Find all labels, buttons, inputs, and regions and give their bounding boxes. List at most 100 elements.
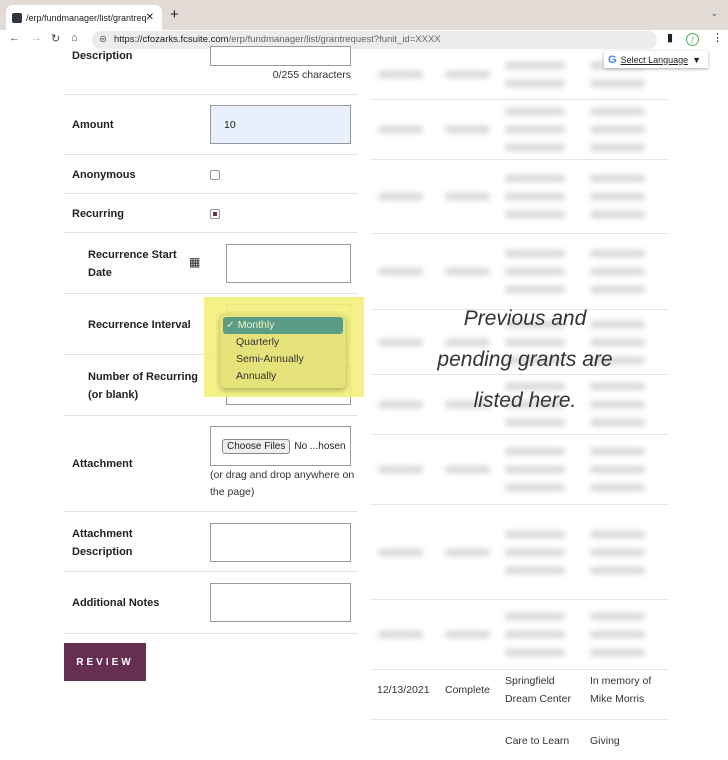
blurred-cell <box>505 466 565 473</box>
blurred-cell <box>505 175 565 182</box>
file-input[interactable]: Choose Files No ...hosen <box>210 426 351 466</box>
blurred-cell <box>505 530 565 538</box>
reload-icon[interactable]: ↻ <box>51 32 60 45</box>
blurred-cell <box>505 211 565 218</box>
favicon-icon <box>12 12 22 23</box>
google-translate-widget[interactable]: G Select Language ▼ <box>604 51 708 68</box>
recurrence-start-row: Recurrence Start Date ▦ <box>64 233 358 294</box>
review-button[interactable]: REVIEW <box>64 643 146 681</box>
chevron-down-icon[interactable]: ⌄ <box>710 8 718 19</box>
blurred-cell <box>445 193 490 200</box>
blurred-grant-row <box>370 100 668 160</box>
blurred-cell <box>378 338 423 346</box>
attachment-row: Attachment Choose Files No ...hosen (or … <box>64 416 358 512</box>
home-icon[interactable]: ⌂ <box>71 32 78 44</box>
blurred-cell <box>505 631 565 638</box>
attachment-description-input[interactable] <box>210 523 351 562</box>
recurring-checkbox[interactable] <box>210 209 220 219</box>
blurred-cell <box>505 548 565 556</box>
menu-icon[interactable]: ⋮ <box>712 31 723 44</box>
grant-organization: Springfield Dream Center <box>505 675 571 705</box>
url-path: /erp/fundmanager/list/grantrequest?funit… <box>228 34 441 45</box>
blurred-cell <box>505 62 565 69</box>
amount-label: Amount <box>72 119 114 131</box>
option-quarterly[interactable]: Quarterly <box>223 334 343 351</box>
blurred-cell <box>378 71 423 78</box>
anonymous-label: Anonymous <box>72 169 136 181</box>
blurred-cell <box>505 448 565 455</box>
recurring-row: Recurring <box>64 194 358 233</box>
browser-tab[interactable]: /erp/fundmanager/list/grantreq ✕ <box>6 5 162 30</box>
blurred-cell <box>590 211 645 218</box>
blurred-cell <box>590 286 645 293</box>
amount-input[interactable]: 10 <box>210 105 351 144</box>
blurred-cell <box>505 144 565 151</box>
blurred-grant-row <box>370 160 668 234</box>
interval-dropdown-menu: ✓ Monthly Quarterly Semi-Annually Annual… <box>220 314 346 388</box>
google-icon: G <box>608 53 617 66</box>
grant-note: Giving <box>590 735 620 747</box>
blurred-cell <box>590 108 645 115</box>
forward-icon[interactable]: → <box>31 32 42 44</box>
blurred-cell <box>378 268 423 275</box>
blurred-grant-row <box>370 600 668 670</box>
blurred-cell <box>590 566 645 574</box>
recurrence-interval-label: Recurrence Interval <box>88 319 191 331</box>
blurred-cell <box>505 268 565 275</box>
blurred-cell <box>505 286 565 293</box>
back-icon[interactable]: ← <box>9 32 20 44</box>
grant-organization: Care to Learn <box>505 735 570 747</box>
grant-row[interactable]: Care to Learn Giving <box>370 720 668 760</box>
blurred-cell <box>505 126 565 133</box>
option-semi-annually[interactable]: Semi-Annually <box>223 351 343 368</box>
blurred-cell <box>378 631 423 638</box>
attachment-hint: (or drag and drop anywhere on the page) <box>210 469 355 498</box>
attachment-description-row: Attachment Description <box>64 512 358 572</box>
blurred-cell <box>590 548 645 556</box>
blurred-cell <box>505 108 565 115</box>
blurred-cell <box>590 175 645 182</box>
sidepanel-icon[interactable]: ▮ <box>667 31 673 44</box>
description-textarea[interactable] <box>210 46 351 66</box>
option-monthly[interactable]: ✓ Monthly <box>223 317 343 334</box>
blurred-cell <box>590 268 645 275</box>
anonymous-row: Anonymous <box>64 155 358 194</box>
blurred-cell <box>590 530 645 538</box>
additional-notes-row: Additional Notes <box>64 572 358 634</box>
address-bar[interactable]: ⊜ https://cfozarks.fcsuite.com/erp/fundm… <box>92 31 657 49</box>
recurring-label: Recurring <box>72 208 124 220</box>
blurred-cell <box>378 466 423 473</box>
blurred-cell <box>505 484 565 491</box>
blurred-cell <box>445 268 490 275</box>
url-host: https://cfozarks.fcsuite.com <box>114 34 229 45</box>
blurred-cell <box>505 80 565 87</box>
new-tab-icon[interactable]: + <box>170 6 179 23</box>
option-annually[interactable]: Annually <box>223 368 343 385</box>
blurred-cell <box>590 126 645 133</box>
blurred-cell <box>590 448 645 455</box>
recurrence-start-input[interactable] <box>226 244 351 283</box>
dropdown-arrow-icon[interactable]: ▼ <box>692 55 701 65</box>
blurred-cell <box>445 126 490 133</box>
calendar-icon[interactable]: ▦ <box>189 255 200 269</box>
recurrence-start-label: Recurrence Start Date <box>88 249 177 279</box>
blurred-cell <box>590 466 645 473</box>
blurred-grant-row <box>370 505 668 600</box>
blurred-cell <box>378 401 423 408</box>
grant-row[interactable]: 12/13/2021 Complete Springfield Dream Cent… <box>370 670 668 720</box>
additional-notes-textarea[interactable] <box>210 583 351 622</box>
blurred-cell <box>590 80 645 87</box>
choose-files-button[interactable]: Choose Files <box>222 438 291 454</box>
amount-row: Amount 10 <box>64 95 358 155</box>
select-language-link[interactable]: Select Language <box>621 55 689 65</box>
file-status: No ...hosen <box>294 440 346 452</box>
anonymous-checkbox[interactable] <box>210 170 220 180</box>
blurred-cell <box>590 144 645 151</box>
number-recurring-label: Number of Recurring (or blank) <box>88 371 199 401</box>
close-tab-icon[interactable]: ✕ <box>146 12 154 23</box>
extension-icon[interactable]: / <box>686 33 699 46</box>
blurred-cell <box>505 566 565 574</box>
tab-title: /erp/fundmanager/list/grantreq <box>26 12 147 23</box>
attachment-description-label: Attachment Description <box>72 528 133 558</box>
description-row: Description 0/255 characters <box>64 46 358 95</box>
